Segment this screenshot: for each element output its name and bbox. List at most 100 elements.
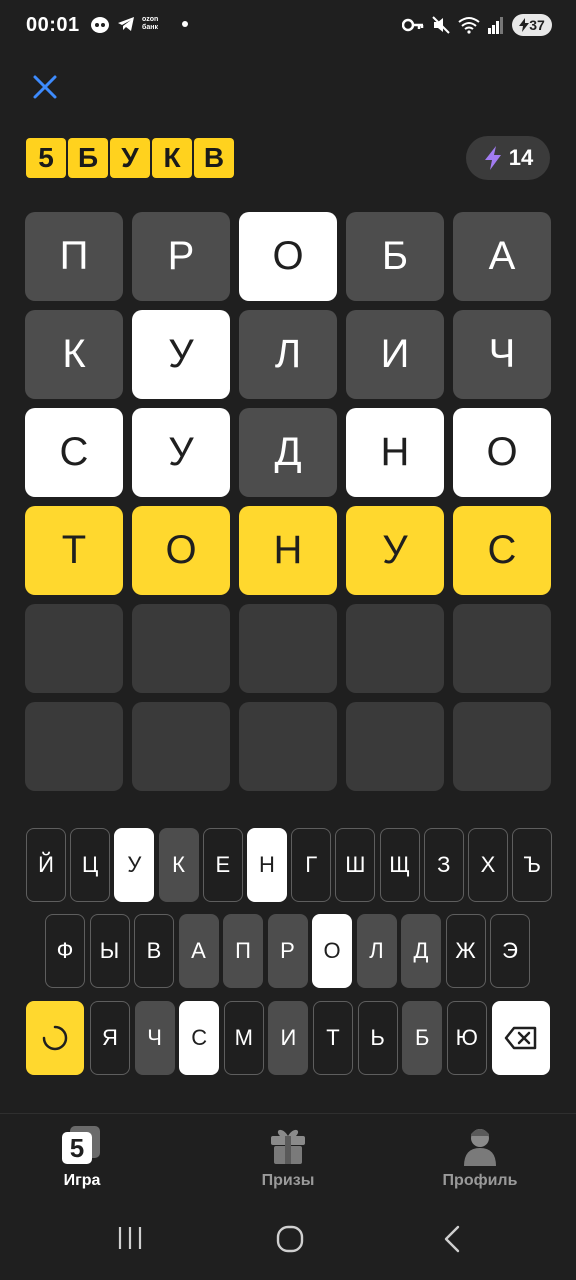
keyboard-key[interactable]: С xyxy=(179,1001,220,1075)
mute-icon xyxy=(432,16,450,34)
keyboard-key[interactable]: Г xyxy=(291,828,332,902)
battery-level: 37 xyxy=(529,17,545,33)
notification-dot-icon xyxy=(182,21,188,27)
charging-icon xyxy=(519,18,530,32)
keyboard-key[interactable]: Ц xyxy=(70,828,111,902)
board-cell-empty xyxy=(453,702,551,791)
home-icon xyxy=(276,1225,304,1253)
keyboard-row-2: ФЫВАПРОЛДЖЭ xyxy=(0,914,576,988)
keyboard-key[interactable]: О xyxy=(312,914,352,988)
recent-apps-button[interactable] xyxy=(116,1225,144,1256)
keyboard-key[interactable]: А xyxy=(178,914,219,988)
keyboard-key[interactable]: Т xyxy=(313,1001,353,1075)
key-icon xyxy=(402,18,424,32)
keyboard-key[interactable]: Р xyxy=(267,914,308,988)
nav-tab-label: Профиль xyxy=(442,1172,518,1189)
board-cell-empty xyxy=(132,604,230,693)
board-cell: П xyxy=(25,212,123,301)
keyboard-key[interactable]: Я xyxy=(90,1001,130,1075)
board-cell-empty xyxy=(346,702,444,791)
board-cell: У xyxy=(132,408,230,497)
nav-tab-prizes[interactable]: Призы xyxy=(218,1126,358,1190)
keyboard-row-3: ЯЧСМИТЬБЮ xyxy=(0,1001,576,1075)
keyboard-key[interactable]: У xyxy=(114,828,155,902)
keyboard-key[interactable]: Х xyxy=(468,828,508,902)
energy-count: 14 xyxy=(508,145,534,170)
board-cell: С xyxy=(25,408,123,497)
back-button[interactable] xyxy=(440,1225,464,1258)
keyboard-key[interactable]: Э xyxy=(490,914,530,988)
board-cell: О xyxy=(239,212,337,301)
board-cell: Н xyxy=(239,506,337,595)
keyboard-key[interactable]: К xyxy=(158,828,199,902)
keyboard-key[interactable]: Н xyxy=(247,828,287,902)
logo-letter: Б xyxy=(68,138,108,178)
keyboard-key[interactable]: Ч xyxy=(134,1001,175,1075)
lightning-icon xyxy=(484,146,501,170)
status-system-icons: 37 xyxy=(402,14,552,36)
ozon-bank-icon: ozon банк xyxy=(142,16,159,31)
keyboard-key[interactable]: Д xyxy=(401,914,441,988)
board-cell-empty xyxy=(453,604,551,693)
recent-apps-icon xyxy=(118,1227,142,1249)
nav-tab-profile[interactable]: Профиль xyxy=(410,1126,550,1190)
keyboard-key[interactable]: Щ xyxy=(379,828,420,902)
close-icon xyxy=(33,75,57,99)
logo-letter: К xyxy=(152,138,192,178)
keyboard-key[interactable]: В xyxy=(134,914,174,988)
keyboard-key[interactable]: Е xyxy=(202,828,243,902)
board-cell: Н xyxy=(346,408,444,497)
nav-tab-game[interactable]: 5 Игра xyxy=(12,1126,152,1190)
profile-icon xyxy=(464,1129,496,1166)
board-cell: У xyxy=(132,310,230,399)
keyboard-key[interactable]: Ш xyxy=(335,828,376,902)
board-cell: С xyxy=(453,506,551,595)
board-cell: Л xyxy=(239,310,337,399)
nav-tab-label: Игра xyxy=(63,1172,101,1189)
board-cell: О xyxy=(132,506,230,595)
board-cell-empty xyxy=(25,702,123,791)
nav-tab-label: Призы xyxy=(261,1172,315,1189)
logo-letter: 5 xyxy=(26,138,66,178)
keyboard-key[interactable]: И xyxy=(268,1001,309,1075)
board-cell: Б xyxy=(346,212,444,301)
board-cell: Ч xyxy=(453,310,551,399)
keyboard-key[interactable]: Ф xyxy=(45,914,85,988)
enter-key[interactable] xyxy=(26,1001,84,1075)
keyboard-key[interactable]: Ы xyxy=(89,914,130,988)
telegram-icon xyxy=(118,17,134,31)
keyboard-key[interactable]: Ъ xyxy=(512,828,553,902)
keyboard-key[interactable]: П xyxy=(223,914,263,988)
backspace-key[interactable] xyxy=(492,1001,550,1075)
loading-icon xyxy=(42,1025,68,1051)
svg-text:5: 5 xyxy=(70,1133,84,1163)
keyboard-key[interactable]: З xyxy=(423,828,464,902)
battery-indicator: 37 xyxy=(512,14,552,36)
game-icon: 5 xyxy=(62,1126,100,1164)
keyboard-key[interactable]: Ж xyxy=(445,914,486,988)
keyboard-key[interactable]: М xyxy=(223,1001,264,1075)
robot-icon xyxy=(91,17,109,33)
keyboard-key[interactable]: Ь xyxy=(357,1001,398,1075)
board-cell-empty xyxy=(346,604,444,693)
keyboard-key[interactable]: Й xyxy=(26,828,66,902)
logo-letter: У xyxy=(110,138,150,178)
board-cell: Р xyxy=(132,212,230,301)
board-cell: А xyxy=(453,212,551,301)
energy-counter[interactable]: 14 xyxy=(466,136,550,180)
close-button[interactable] xyxy=(28,70,62,104)
board-cell-empty xyxy=(132,702,230,791)
keyboard-key[interactable]: Б xyxy=(402,1001,443,1075)
home-button[interactable] xyxy=(276,1225,304,1258)
board-cell-empty xyxy=(239,702,337,791)
keyboard-key[interactable]: Л xyxy=(356,914,397,988)
keyboard-key[interactable]: Ю xyxy=(446,1001,487,1075)
game-logo: 5 Б У К В xyxy=(26,138,234,178)
bottom-navigation: 5 Игра Призы Профиль xyxy=(0,1113,576,1203)
backspace-icon xyxy=(504,1026,537,1050)
wifi-icon xyxy=(458,17,480,34)
logo-letter: В xyxy=(194,138,234,178)
status-time: 00:01 xyxy=(26,14,80,36)
board-cell-empty xyxy=(239,604,337,693)
signal-icon xyxy=(488,17,503,34)
